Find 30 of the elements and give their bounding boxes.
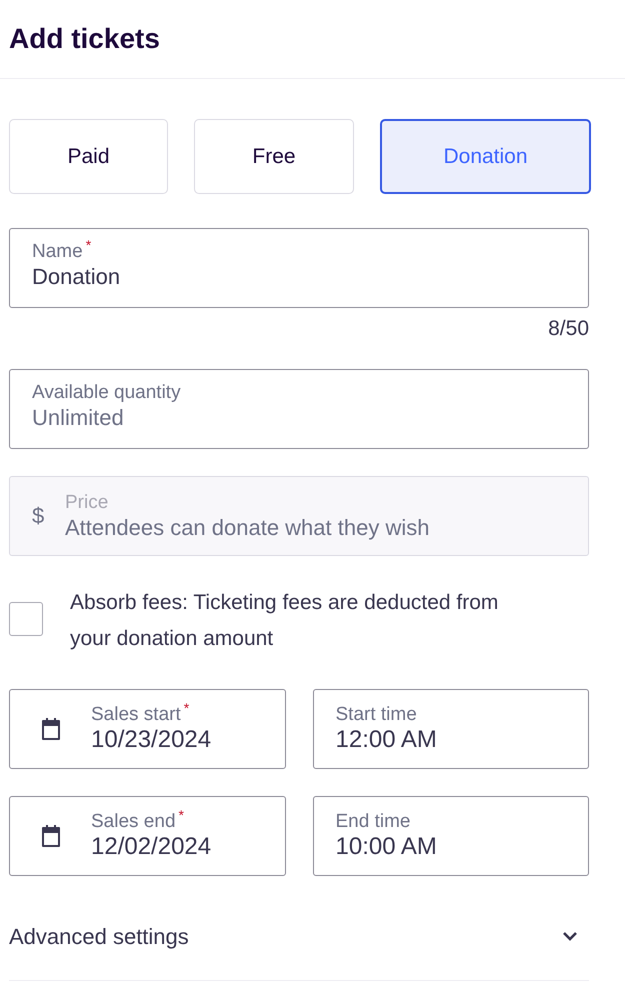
date-field[interactable]: Sales start$^{*}$ 10/23/2024 bbox=[9, 689, 286, 769]
field-label: Price bbox=[65, 492, 108, 514]
page-title: Add tickets bbox=[9, 22, 160, 56]
time-input[interactable]: 10:00 AM bbox=[336, 833, 566, 861]
text-input[interactable]: Unlimited bbox=[32, 404, 566, 432]
advanced-settings-toggle[interactable]: Advanced settings bbox=[9, 906, 589, 966]
text-input[interactable]: Donation bbox=[32, 263, 566, 291]
time-field[interactable]: End time 10:00 AM bbox=[312, 796, 589, 876]
ticket-type-option[interactable]: Donation bbox=[380, 119, 591, 194]
character-counter: 8/50 bbox=[548, 317, 589, 340]
calendar-icon bbox=[39, 717, 63, 741]
ticket-type-option[interactable]: Free bbox=[194, 119, 354, 194]
text-field[interactable]: Name$^{*}$ Donation bbox=[9, 228, 589, 308]
field-label: Sales start$^{*}$ bbox=[91, 704, 190, 726]
date-field[interactable]: Sales end$^{*}$ 12/02/2024 bbox=[9, 796, 286, 876]
field-label: Start time bbox=[336, 704, 417, 726]
ticket-type-option[interactable]: Paid bbox=[9, 119, 168, 194]
checkbox[interactable] bbox=[9, 602, 43, 636]
date-input[interactable]: 10/23/2024 bbox=[91, 726, 272, 754]
checkbox-label: Absorb fees: Ticketing fees are deducted from your donation amount bbox=[70, 590, 500, 652]
date-input[interactable]: 12/02/2024 bbox=[91, 833, 272, 861]
time-input[interactable]: 12:00 AM bbox=[336, 726, 566, 754]
text-field[interactable]: Available quantity Unlimited bbox=[9, 369, 589, 449]
field-label: End time bbox=[336, 811, 410, 833]
currency-symbol: $ bbox=[32, 502, 46, 530]
field-label: Name$^{*}$ bbox=[32, 241, 92, 263]
field-label: Sales end$^{*}$ bbox=[91, 811, 184, 833]
time-field[interactable]: Start time 12:00 AM bbox=[312, 689, 589, 769]
calendar-icon bbox=[39, 824, 63, 848]
field-label: Available quantity bbox=[32, 382, 181, 404]
